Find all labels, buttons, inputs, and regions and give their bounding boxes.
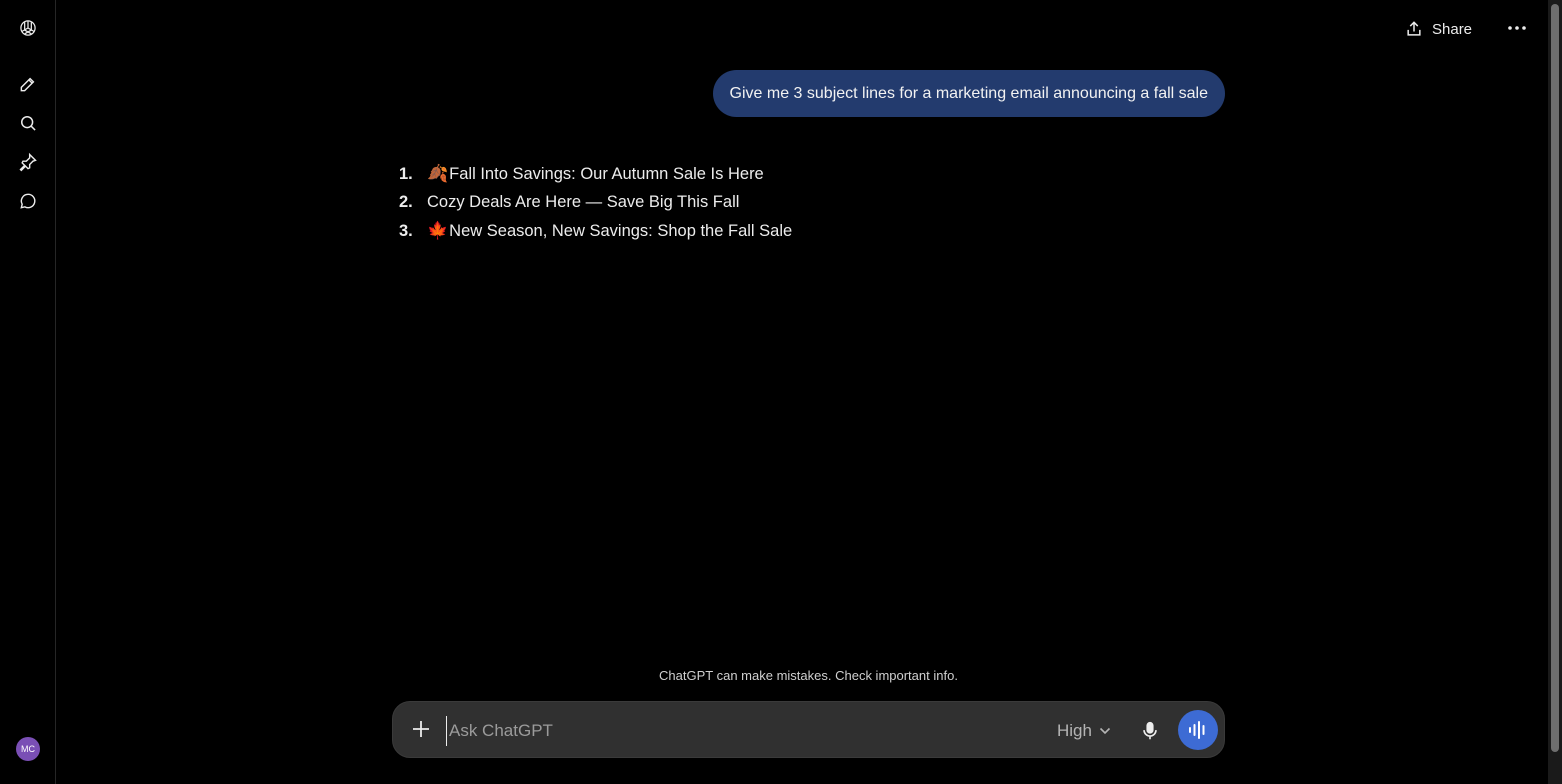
list-text: Fall Into Savings: Our Autumn Sale Is He… <box>449 164 764 183</box>
more-options-button[interactable] <box>1506 17 1528 39</box>
edit-icon <box>20 77 35 92</box>
model-select-label: High <box>1057 721 1092 740</box>
list-text: Cozy Deals Are Here — Save Big This Fall <box>427 193 740 212</box>
list-text: New Season, New Savings: Shop the Fall S… <box>449 221 793 240</box>
list-number: 3. <box>399 221 413 240</box>
chevron-down-icon <box>1099 727 1111 735</box>
list-item: 1. 🍂 Fall Into Savings: Our Autumn Sale … <box>399 160 1219 189</box>
chat-bubble-icon <box>20 193 36 209</box>
assistant-response: 1. 🍂 Fall Into Savings: Our Autumn Sale … <box>399 160 1219 246</box>
search-icon <box>21 116 36 131</box>
user-message-text: Give me 3 subject lines for a marketing … <box>729 84 1208 102</box>
microphone-icon[interactable] <box>1139 720 1161 742</box>
share-label: Share <box>1432 20 1473 38</box>
avatar[interactable]: MC <box>16 737 40 761</box>
voice-mode-button[interactable] <box>1178 710 1218 750</box>
list-number: 1. <box>399 164 413 183</box>
search-button[interactable] <box>14 109 42 137</box>
user-message-bubble: Give me 3 subject lines for a marketing … <box>712 70 1225 117</box>
chat-input[interactable] <box>446 716 1031 746</box>
sidebar: MC <box>0 0 56 784</box>
share-icon <box>1407 21 1421 36</box>
maple-leaf-icon: 🍁 <box>427 221 449 241</box>
pin-icon <box>19 152 37 172</box>
waveform-icon <box>1189 721 1205 739</box>
add-attachment-icon[interactable] <box>411 719 431 739</box>
ellipsis-icon <box>1508 26 1526 30</box>
list-item: 2. Cozy Deals Are Here — Save Big This F… <box>399 189 1219 218</box>
scrollbar-thumb[interactable] <box>1551 4 1559 752</box>
composer: High <box>392 701 1225 758</box>
openai-logo-icon[interactable] <box>14 14 42 42</box>
scrollbar[interactable] <box>1548 0 1562 784</box>
chats-button[interactable] <box>14 187 42 215</box>
disclaimer-text: ChatGPT can make mistakes. Check importa… <box>659 668 958 683</box>
share-button[interactable]: Share <box>1404 17 1472 41</box>
fallen-leaf-icon: 🍂 <box>427 164 449 184</box>
list-item: 3. 🍁 New Season, New Savings: Shop the F… <box>399 217 1219 246</box>
list-number: 2. <box>399 193 413 212</box>
pin-button[interactable] <box>14 148 42 176</box>
avatar-initials: MC <box>21 744 35 754</box>
model-select[interactable]: High <box>1057 720 1111 742</box>
new-chat-button[interactable] <box>14 70 42 98</box>
